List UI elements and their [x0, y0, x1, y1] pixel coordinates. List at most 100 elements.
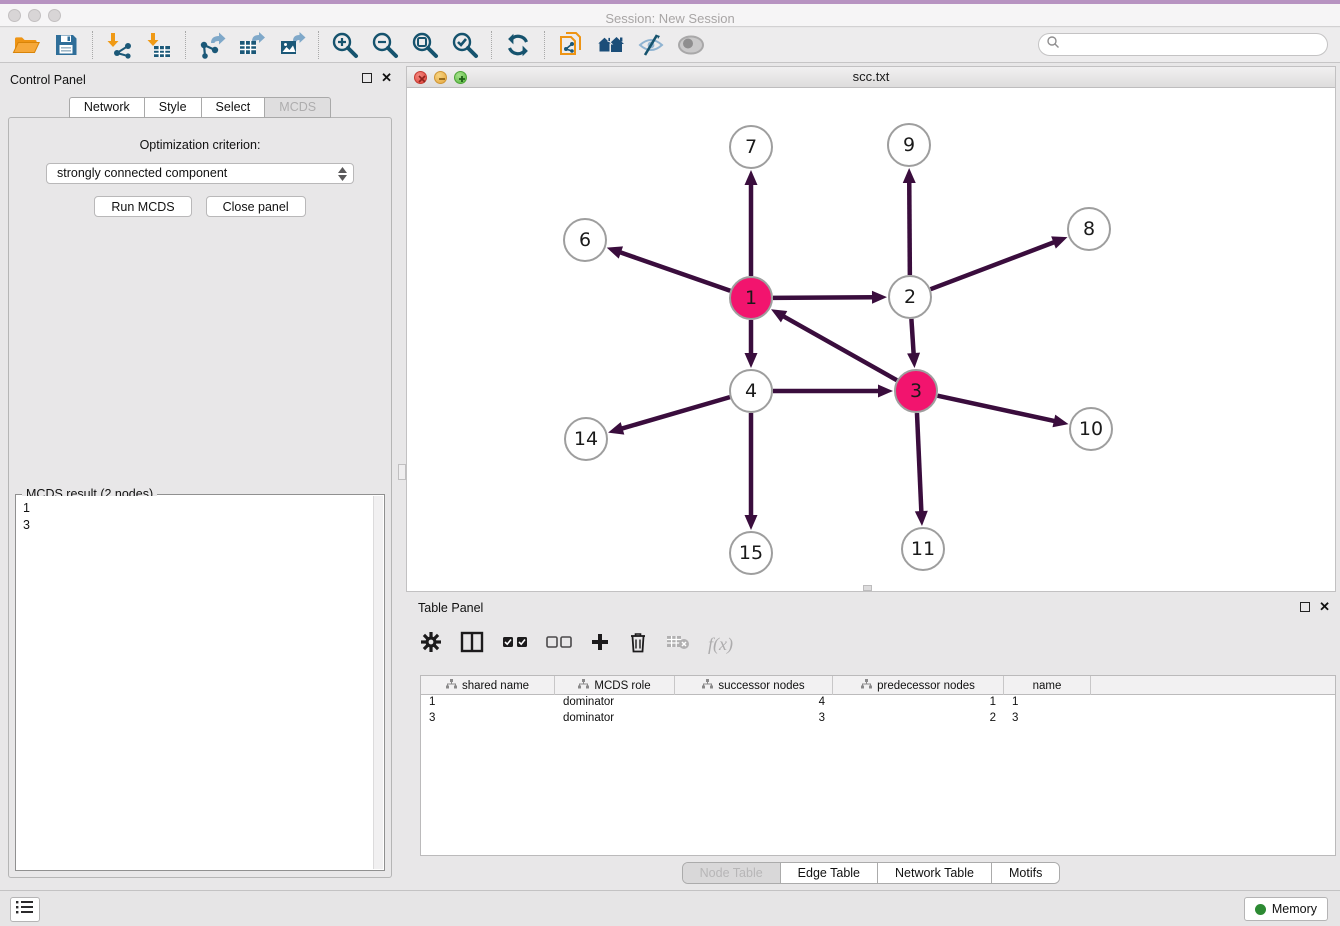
import-table-button[interactable]: [139, 29, 179, 61]
delete-table-button[interactable]: [666, 628, 690, 660]
node-4[interactable]: 4: [730, 370, 772, 412]
tab-style[interactable]: Style: [145, 97, 202, 118]
refresh-button[interactable]: [498, 29, 538, 61]
column-header-predecessor-nodes[interactable]: predecessor nodes: [833, 676, 1004, 695]
edge-arrow-3-10: [1052, 415, 1068, 428]
edge-1-2[interactable]: [773, 297, 874, 298]
table-header-row: shared nameMCDS rolesuccessor nodesprede…: [421, 676, 1335, 695]
clone-network-button[interactable]: [551, 29, 591, 61]
home-button[interactable]: [591, 29, 631, 61]
table-cell[interactable]: 3: [1004, 711, 1091, 727]
node-11[interactable]: 11: [902, 528, 944, 570]
table-cell[interactable]: 4: [675, 695, 833, 711]
table-cell[interactable]: 1: [833, 695, 1004, 711]
table-settings-button[interactable]: [420, 628, 442, 660]
zoom-in-button[interactable]: [325, 29, 365, 61]
export-network-button[interactable]: [192, 29, 232, 61]
node-9[interactable]: 9: [888, 124, 930, 166]
edge-arrow-2-8: [1051, 236, 1067, 248]
column-header-shared-name[interactable]: shared name: [421, 676, 555, 695]
node-1[interactable]: 1: [730, 277, 772, 319]
zoom-fit-button[interactable]: [405, 29, 445, 61]
tab-motifs[interactable]: Motifs: [991, 863, 1059, 883]
memory-button[interactable]: Memory: [1244, 897, 1328, 921]
edge-2-3[interactable]: [911, 319, 913, 355]
node-6[interactable]: 6: [564, 219, 606, 261]
edge-3-10[interactable]: [937, 396, 1055, 422]
table-cell[interactable]: dominator: [555, 695, 675, 711]
panel-splitter-handle[interactable]: [398, 464, 406, 480]
delete-column-button[interactable]: [628, 628, 648, 660]
table-tabs: Node TableEdge TableNetwork TableMotifs: [682, 862, 1061, 884]
column-header-successor-nodes[interactable]: successor nodes: [675, 676, 833, 695]
column-header-name[interactable]: name: [1004, 676, 1091, 695]
network-close-button[interactable]: [414, 71, 427, 84]
hide-panel-button[interactable]: [631, 29, 671, 61]
show-hide-button[interactable]: [671, 29, 711, 61]
tab-select[interactable]: Select: [202, 97, 266, 118]
network-titlebar[interactable]: scc.txt: [407, 67, 1335, 88]
run-mcds-button[interactable]: Run MCDS: [94, 196, 191, 217]
mcds-result-scrollbar[interactable]: [373, 496, 383, 869]
select-all-button[interactable]: [502, 628, 528, 660]
tab-network[interactable]: Network: [69, 97, 145, 118]
edge-3-1[interactable]: [782, 316, 896, 381]
table-row[interactable]: 1dominator411: [421, 695, 1335, 711]
node-table[interactable]: shared nameMCDS rolesuccessor nodesprede…: [420, 675, 1336, 856]
zoom-out-button[interactable]: [365, 29, 405, 61]
edge-1-6[interactable]: [619, 252, 730, 291]
edge-2-9[interactable]: [909, 181, 910, 275]
network-minimize-button[interactable]: [434, 71, 447, 84]
tab-node-table[interactable]: Node Table: [683, 863, 780, 883]
function-builder-button[interactable]: f(x): [708, 628, 733, 660]
float-panel-icon[interactable]: [362, 73, 372, 83]
node-2[interactable]: 2: [889, 276, 931, 318]
svg-text:10: 10: [1079, 418, 1103, 440]
export-table-button[interactable]: [232, 29, 272, 61]
import-network-button[interactable]: [99, 29, 139, 61]
search-box[interactable]: [1038, 33, 1328, 56]
node-15[interactable]: 15: [730, 532, 772, 574]
export-image-button[interactable]: [272, 29, 312, 61]
open-folder-icon: [12, 31, 40, 59]
node-8[interactable]: 8: [1068, 208, 1110, 250]
close-panel-icon[interactable]: ✕: [381, 73, 392, 83]
table-cell[interactable]: 3: [675, 711, 833, 727]
node-7[interactable]: 7: [730, 126, 772, 168]
network-canvas[interactable]: 1 2 3 4 6 7 8 9 10 11 14 15: [407, 88, 1335, 591]
criterion-select[interactable]: strongly connected component: [46, 163, 354, 184]
table-cell[interactable]: 3: [421, 711, 555, 727]
table-cell[interactable]: 1: [421, 695, 555, 711]
close-panel-button[interactable]: Close panel: [206, 196, 306, 217]
node-14[interactable]: 14: [565, 418, 607, 460]
table-cell[interactable]: dominator: [555, 711, 675, 727]
mcds-result-text[interactable]: 13: [17, 496, 373, 869]
tab-edge-table[interactable]: Edge Table: [780, 863, 877, 883]
close-table-panel-icon[interactable]: ✕: [1319, 602, 1330, 612]
save-session-button[interactable]: [46, 29, 86, 61]
tab-mcds[interactable]: MCDS: [265, 97, 331, 118]
split-panel-button[interactable]: [460, 628, 484, 660]
table-cell[interactable]: 1: [1004, 695, 1091, 711]
search-input[interactable]: [1060, 36, 1327, 54]
network-resize-grip[interactable]: [863, 585, 872, 591]
network-maximize-button[interactable]: [454, 71, 467, 84]
table-row[interactable]: 3dominator323: [421, 711, 1335, 727]
zoom-selected-button[interactable]: [445, 29, 485, 61]
deselect-all-button[interactable]: [546, 628, 572, 660]
float-table-panel-icon[interactable]: [1300, 602, 1310, 612]
table-cell[interactable]: 2: [833, 711, 1004, 727]
node-10[interactable]: 10: [1070, 408, 1112, 450]
edge-3-11[interactable]: [917, 413, 921, 513]
edge-2-8[interactable]: [931, 242, 1056, 289]
split-pane-icon: [460, 631, 484, 658]
add-column-button[interactable]: [590, 628, 610, 660]
open-session-button[interactable]: [6, 29, 46, 61]
fx-icon: f(x): [708, 634, 733, 655]
edge-4-14[interactable]: [621, 397, 730, 429]
table-toolbar: f(x): [420, 625, 733, 663]
node-3[interactable]: 3: [895, 370, 937, 412]
column-header-MCDS-role[interactable]: MCDS role: [555, 676, 675, 695]
task-history-button[interactable]: [10, 897, 40, 922]
tab-network-table[interactable]: Network Table: [877, 863, 991, 883]
